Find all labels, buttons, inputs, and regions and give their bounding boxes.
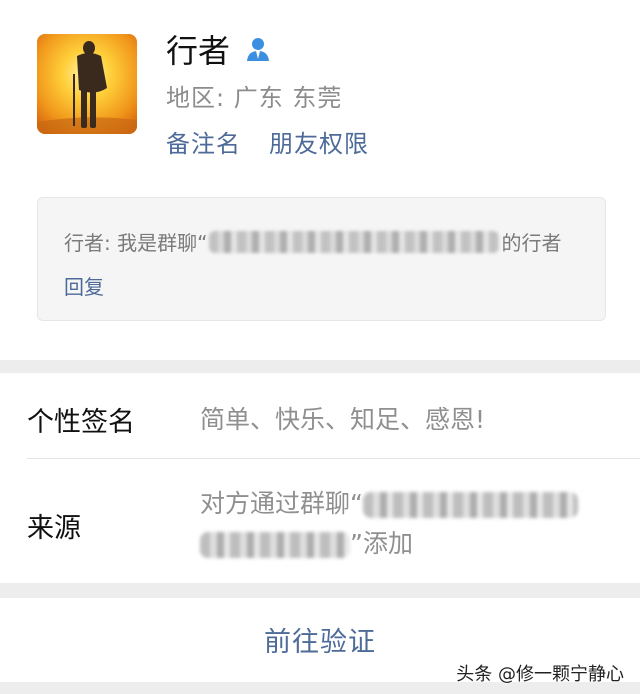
message-prefix: 行者: 我是群聊“	[64, 231, 208, 255]
region-text: 地区: 广东 东莞	[166, 84, 343, 112]
contact-name: 行者	[166, 32, 231, 70]
hiker-avatar-image	[37, 34, 137, 134]
verification-message: 行者: 我是群聊“ 的行者	[64, 227, 561, 256]
info-section: 个性签名 简单、快乐、知足、感恩! 来源 对方通过群聊“ ”添加	[0, 373, 640, 583]
verification-message-box: 行者: 我是群聊“ 的行者 回复	[37, 197, 606, 321]
friend-permission-link[interactable]: 朋友权限	[269, 124, 369, 159]
signature-label: 个性签名	[27, 407, 135, 438]
remark-name-link[interactable]: 备注名	[166, 124, 241, 159]
watermark: 头条 @修一颗宁静心	[456, 664, 624, 685]
profile-card: 行者 地区: 广东 东莞 备注名 朋友权限 行者: 我是群聊“ 的行者 回复	[0, 0, 640, 360]
reply-link[interactable]: 回复	[64, 271, 104, 300]
person-icon	[247, 38, 270, 61]
source-suffix: ”添加	[350, 529, 413, 558]
source-prefix: 对方通过群聊“	[200, 489, 363, 518]
message-suffix: 的行者	[501, 231, 562, 255]
avatar[interactable]	[37, 34, 137, 134]
redacted-group-name	[209, 230, 500, 253]
source-label: 来源	[27, 513, 81, 544]
redacted-group-name	[200, 532, 350, 558]
redacted-group-name	[362, 492, 578, 518]
row-divider	[27, 458, 640, 459]
section-gap	[0, 360, 640, 373]
verify-button[interactable]: 前往验证	[0, 620, 640, 659]
source-value: 对方通过群聊“ ”添加	[200, 484, 620, 564]
section-gap	[0, 583, 640, 598]
signature-value: 简单、快乐、知足、感恩!	[200, 405, 486, 434]
